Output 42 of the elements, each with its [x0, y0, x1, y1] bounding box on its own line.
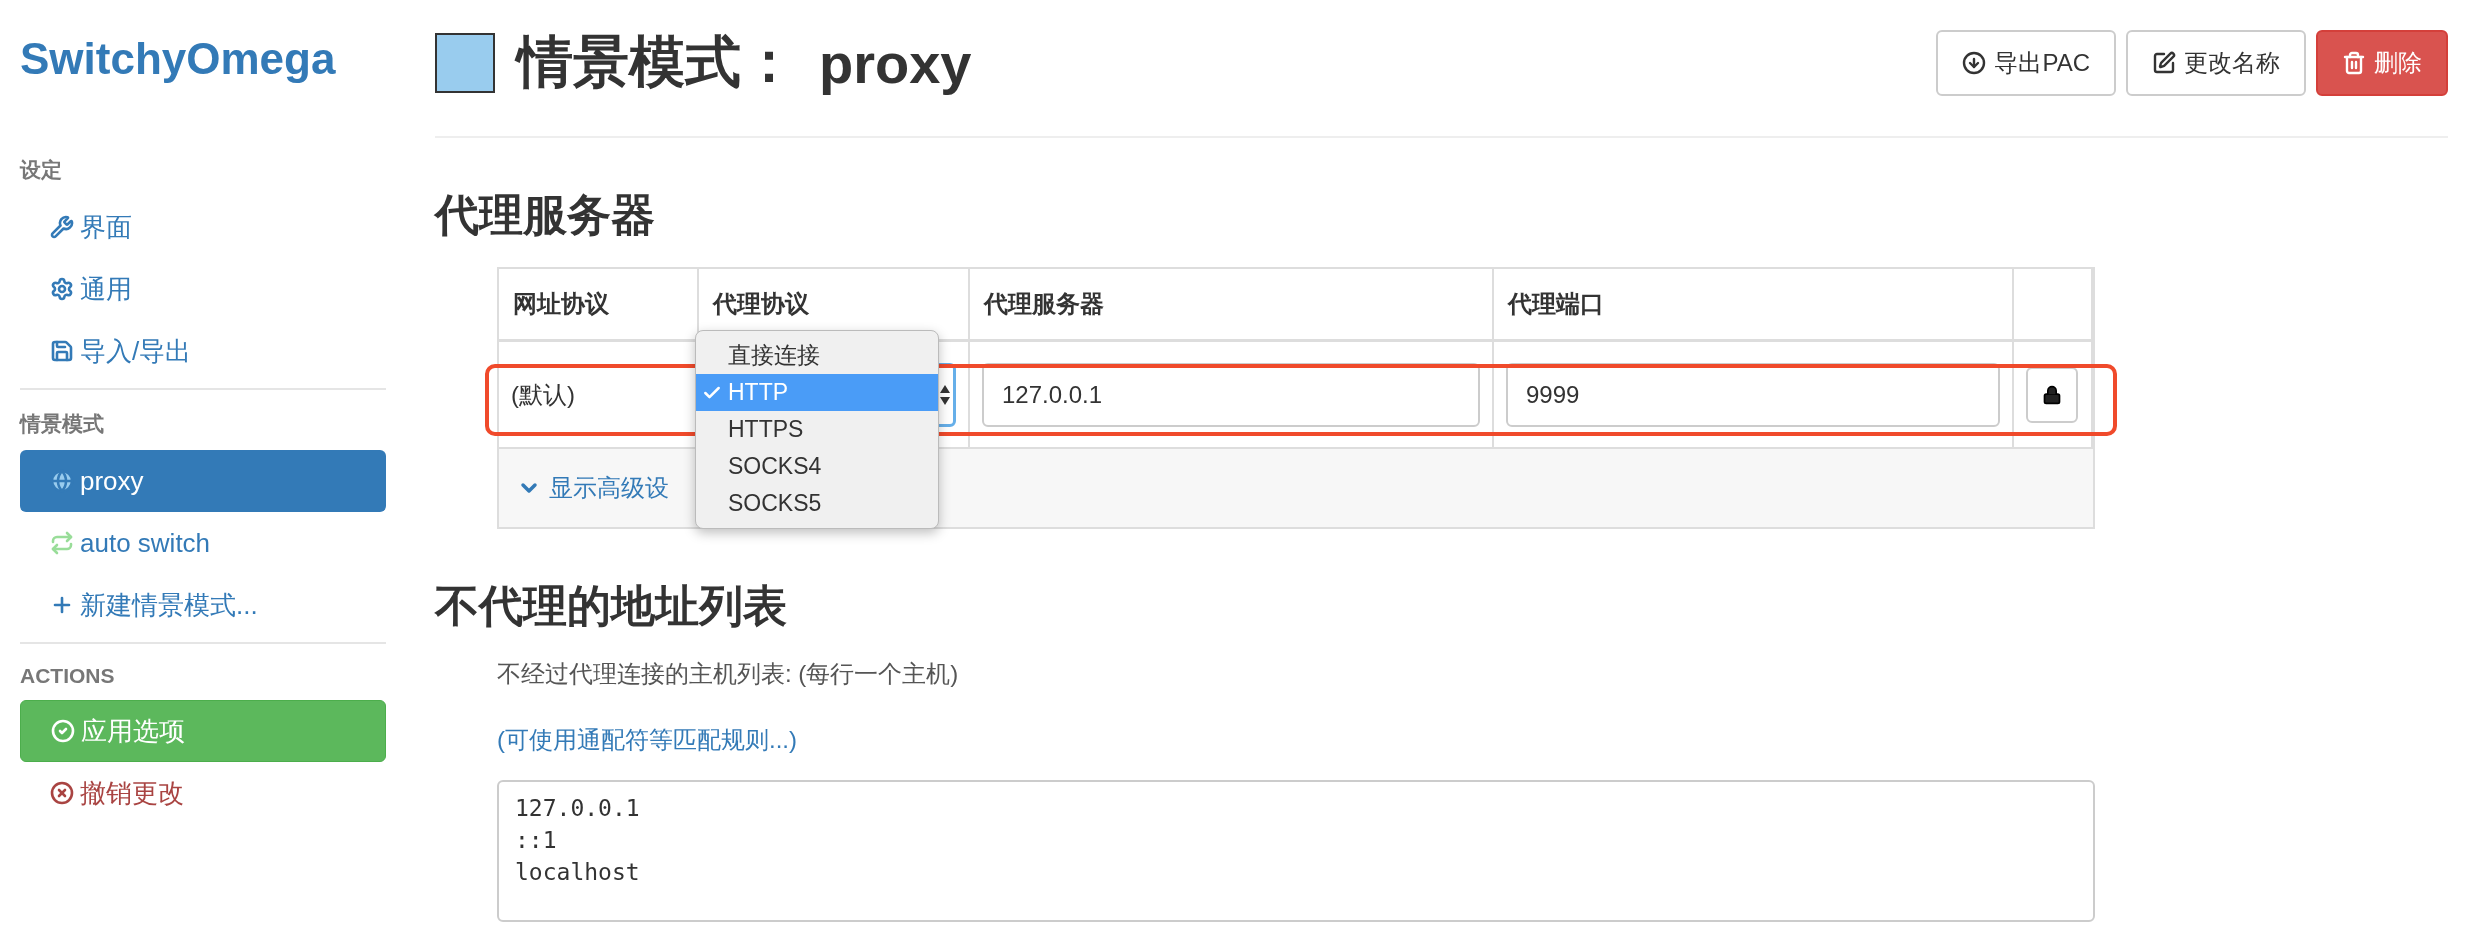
description-text: 不经过代理连接的主机列表: (每行一个主机)	[497, 659, 960, 689]
section-heading: 情景模式	[20, 411, 105, 437]
sidebar-item[interactable]: 导入/导出	[20, 320, 386, 382]
profile-name: proxy	[819, 30, 972, 96]
edit-icon	[2152, 51, 2176, 75]
advanced-settings-link[interactable]: 显示高级设	[499, 472, 669, 504]
gear-icon	[50, 277, 74, 301]
apply-button[interactable]: 应用选项	[20, 700, 386, 762]
section-heading: ACTIONS	[20, 663, 116, 689]
export-button[interactable]: 导出PAC	[1936, 30, 2116, 96]
sidebar-item[interactable]: 界面	[20, 196, 386, 258]
check-circle-icon	[51, 719, 75, 743]
server-field[interactable]: 127.0.0.1	[982, 362, 1480, 427]
x-circle-icon	[50, 781, 74, 805]
delete-button[interactable]: 删除	[2316, 30, 2448, 96]
dropdown-option[interactable]: HTTP	[696, 374, 938, 411]
section-heading: 不代理的地址列表	[435, 580, 788, 632]
scheme-text: (默认)	[511, 379, 575, 410]
sidebar-item[interactable]: 通用	[20, 258, 386, 320]
bypass-list-field[interactable]: 127.0.0.1 ::1 localhost	[497, 780, 2095, 922]
column-header: 网址协议	[499, 269, 699, 342]
port-field[interactable]: 9999	[1506, 362, 2000, 427]
sidebar-item[interactable]: 撤销更改	[20, 762, 386, 824]
download-icon	[1962, 51, 1987, 75]
trash-icon	[2342, 51, 2366, 75]
dropdown-option[interactable]: HTTPS	[696, 411, 938, 448]
column-header: 代理端口	[1494, 269, 2014, 342]
section-heading: 设定	[20, 157, 63, 183]
column-header: 代理服务器	[970, 269, 1494, 342]
app-logo: SwitchyOmega	[20, 33, 337, 85]
sidebar-item[interactable]: auto switch	[20, 512, 386, 574]
lock-button[interactable]	[2026, 366, 2078, 423]
rules-link[interactable]: (可使用通配符等匹配规则...)	[497, 724, 797, 756]
save-icon	[50, 339, 74, 363]
dropdown-option[interactable]: SOCKS5	[696, 485, 938, 522]
dropdown-option[interactable]: SOCKS4	[696, 448, 938, 485]
sidebar-item[interactable]: 新建情景模式...	[20, 574, 386, 636]
section-heading: 代理服务器	[435, 189, 656, 241]
lock-icon	[2042, 384, 2062, 405]
wrench-icon	[50, 215, 74, 239]
rename-button[interactable]: 更改名称	[2126, 30, 2306, 96]
sidebar-item[interactable]: proxy	[20, 450, 386, 512]
